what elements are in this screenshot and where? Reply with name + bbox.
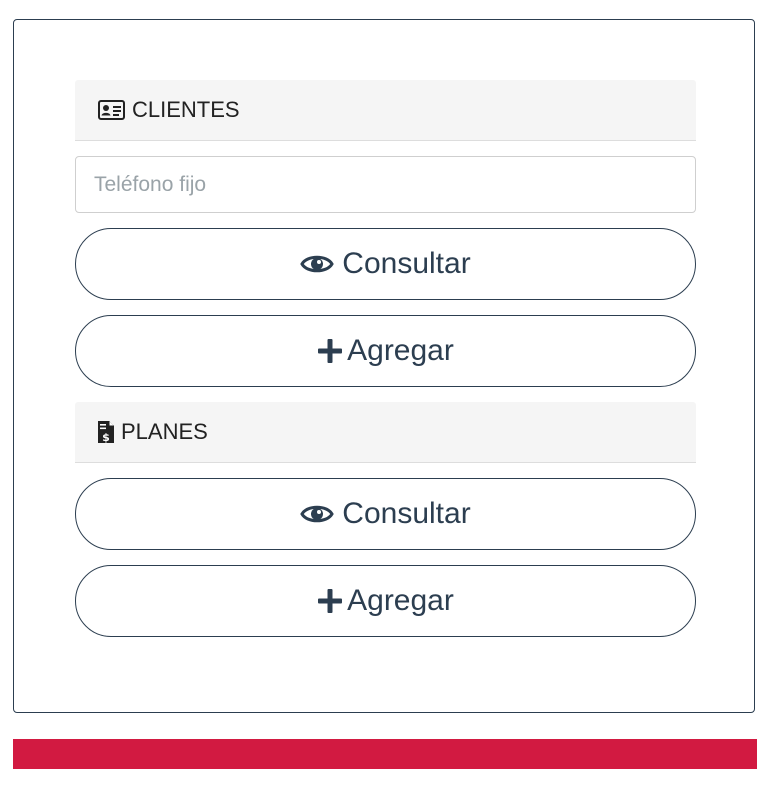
footer-bar [13,739,757,769]
phone-input[interactable] [75,156,696,213]
main-card: CLIENTES Consultar Agregar [13,19,755,713]
clientes-consultar-label: Consultar [342,247,471,280]
planes-consultar-label: Consultar [342,497,471,530]
planes-consultar-button[interactable]: Consultar [75,478,696,550]
svg-text:$: $ [102,431,110,444]
plus-icon [317,588,343,614]
clientes-header: CLIENTES [75,80,696,141]
clientes-agregar-button[interactable]: Agregar [75,315,696,387]
planes-agregar-button[interactable]: Agregar [75,565,696,637]
id-card-icon [98,100,125,120]
clientes-consultar-button[interactable]: Consultar [75,228,696,300]
planes-title: PLANES [121,419,208,444]
clientes-agregar-label: Agregar [347,334,454,367]
eye-icon [300,252,335,276]
plus-icon [317,338,343,364]
card-body: CLIENTES Consultar Agregar [75,80,696,637]
file-invoice-dollar-icon: $ [97,420,115,444]
eye-icon [300,502,335,526]
clientes-title: CLIENTES [132,97,240,122]
planes-agregar-label: Agregar [347,584,454,617]
planes-header: $ PLANES [75,402,696,463]
